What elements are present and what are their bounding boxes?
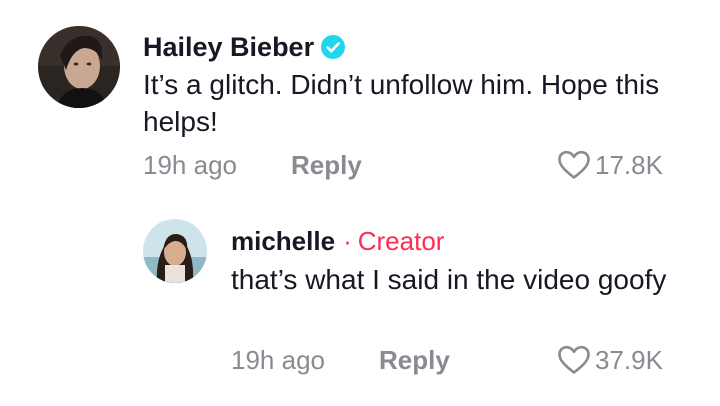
- comment-timestamp: 19h ago: [143, 150, 237, 180]
- creator-badge: Creator: [357, 225, 445, 256]
- verified-check-icon: [321, 35, 346, 59]
- username[interactable]: Hailey Bieber: [143, 32, 314, 63]
- like-button[interactable]: 17.8K: [557, 148, 663, 182]
- heart-outline-icon: [558, 345, 590, 374]
- username[interactable]: michelle: [231, 226, 335, 257]
- like-count: 37.9K: [595, 345, 663, 375]
- badge-separator: ·: [343, 225, 352, 256]
- like-count: 17.8K: [595, 150, 663, 180]
- reply-button[interactable]: Reply: [379, 343, 450, 377]
- comment-text: that’s what I said in the video goofy: [231, 264, 667, 295]
- reply-button[interactable]: Reply: [291, 148, 362, 182]
- avatar[interactable]: [143, 219, 207, 283]
- comment-text: It’s a glitch. Didn’t unfollow him. Hope…: [143, 69, 660, 137]
- comment-header: Hailey Bieber: [143, 30, 346, 64]
- comment-timestamp: 19h ago: [231, 345, 325, 375]
- heart-outline-icon: [558, 150, 590, 179]
- like-button[interactable]: 37.9K: [557, 343, 663, 377]
- avatar[interactable]: [38, 26, 120, 108]
- comment-header: michelle · Creator: [231, 224, 444, 258]
